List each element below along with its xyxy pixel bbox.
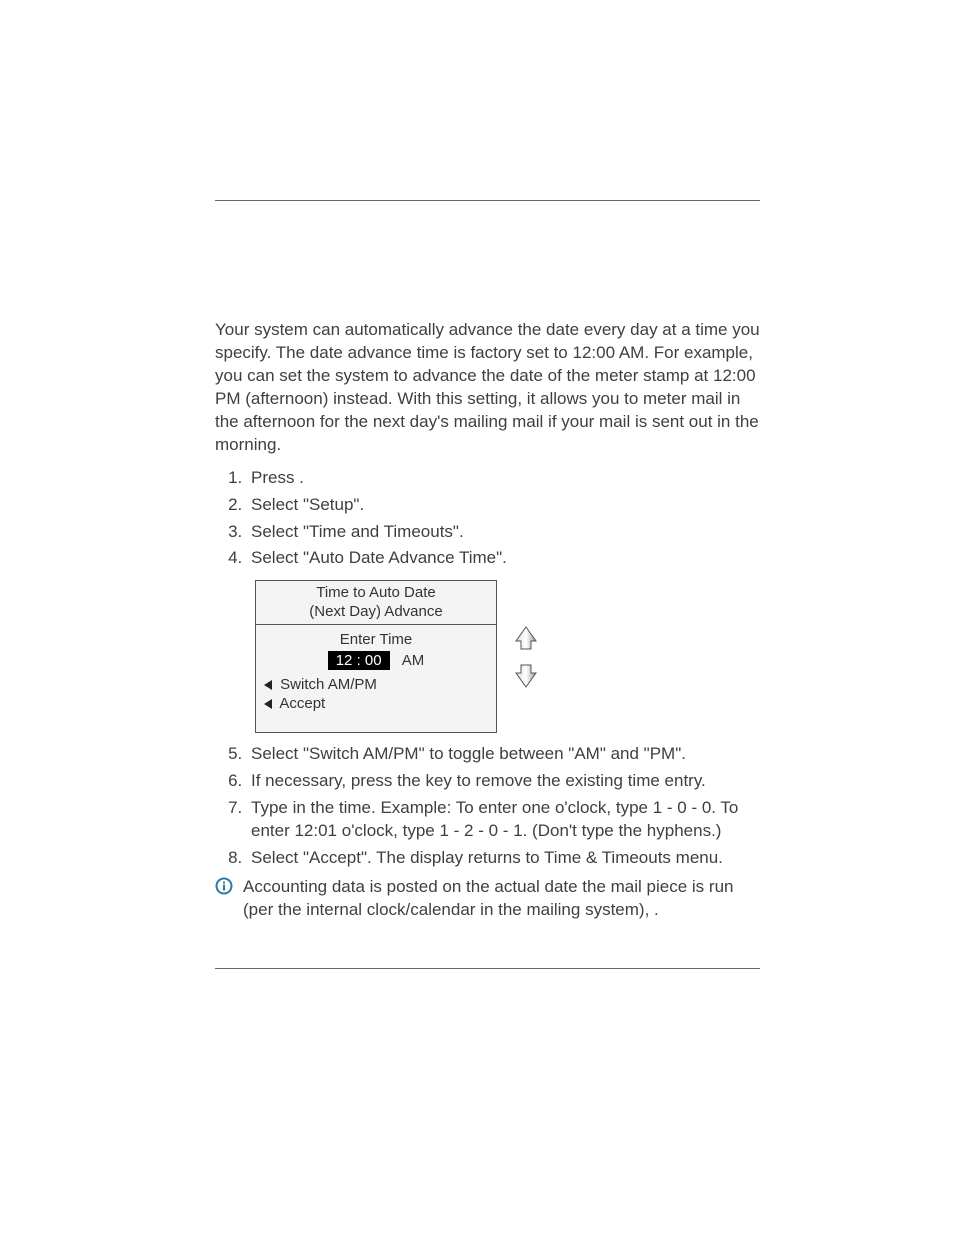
screen-title: Time to Auto Date (Next Day) Advance (256, 581, 496, 625)
step-8: Select "Accept". The display returns to … (247, 847, 760, 870)
step-5: Select "Switch AM/PM" to toggle between … (247, 743, 760, 766)
step-4: Select "Auto Date Advance Time". (247, 547, 760, 570)
step-1: Press . (247, 467, 760, 490)
ampm-value: AM (402, 652, 425, 669)
steps-list-b: Select "Switch AM/PM" to toggle between … (215, 743, 760, 870)
enter-time-label: Enter Time (264, 631, 488, 648)
step-7: Type in the time. Example: To enter one … (247, 797, 760, 843)
option-switch-label: Switch AM/PM (280, 676, 377, 693)
option-switch-ampm: Switch AM/PM (264, 676, 488, 693)
device-screen: Time to Auto Date (Next Day) Advance Ent… (255, 580, 497, 733)
time-value: 12 : 00 (328, 651, 390, 670)
step-3: Select "Time and Timeouts". (247, 521, 760, 544)
screen-title-line2: (Next Day) Advance (309, 603, 442, 620)
top-rule (215, 200, 760, 201)
option-accept: Accept (264, 695, 488, 712)
note-block: Accounting data is posted on the actual … (215, 876, 760, 922)
steps-list-a: Press . Select "Setup". Select "Time and… (215, 467, 760, 571)
note-text: Accounting data is posted on the actual … (243, 876, 760, 922)
left-triangle-icon (264, 680, 272, 690)
bottom-rule (215, 968, 760, 969)
screen-title-line1: Time to Auto Date (316, 584, 436, 601)
arrow-up-icon (515, 626, 537, 650)
step-6: If necessary, press the key to remove th… (247, 770, 760, 793)
intro-paragraph: Your system can automatically advance th… (215, 319, 760, 457)
option-accept-label: Accept (279, 695, 325, 712)
device-screen-figure: Time to Auto Date (Next Day) Advance Ent… (255, 580, 760, 733)
step-2: Select "Setup". (247, 494, 760, 517)
scroll-arrows (515, 626, 537, 688)
left-triangle-icon (264, 699, 272, 709)
arrow-down-icon (515, 664, 537, 688)
info-icon (215, 877, 233, 902)
